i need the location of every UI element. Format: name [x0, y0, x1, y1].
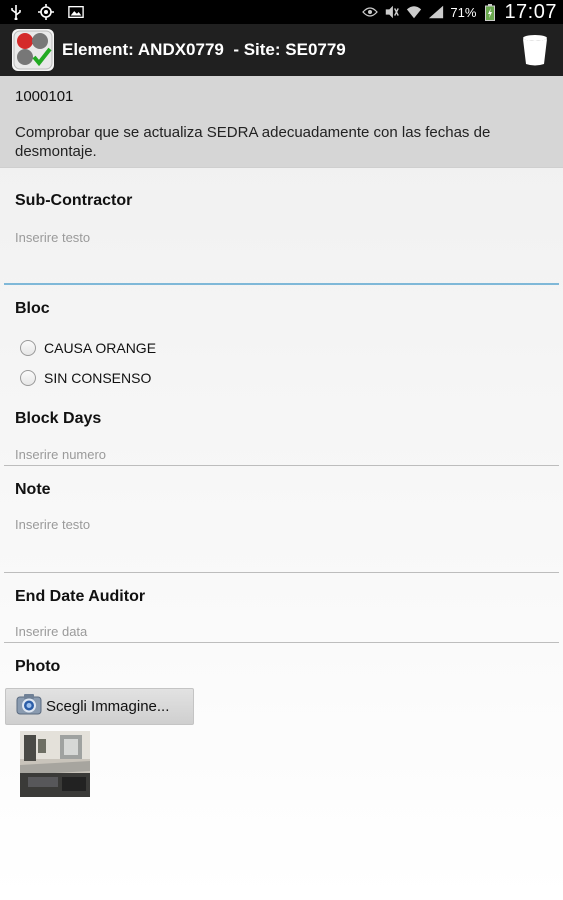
radio-label: CAUSA ORANGE [44, 340, 157, 356]
note-underline [4, 572, 559, 573]
radio-button[interactable] [20, 340, 36, 356]
choose-image-button[interactable]: Scegli Immagine... [5, 688, 194, 725]
camera-icon [16, 693, 42, 720]
subcontractor-label: Sub-Contractor [15, 192, 133, 209]
end-date-auditor-input[interactable]: Inserire data [15, 624, 87, 639]
bloc-option-causa-orange[interactable]: CAUSA ORANGE [20, 340, 156, 356]
radio-label: SIN CONSENSO [44, 370, 152, 386]
delete-icon[interactable] [521, 32, 549, 68]
block-days-label: Block Days [15, 410, 102, 427]
signal-icon [428, 4, 444, 20]
radio-button[interactable] [20, 370, 36, 386]
battery-icon [482, 3, 498, 21]
block-days-underline [4, 465, 559, 466]
end-date-auditor-label: End Date Auditor [15, 588, 146, 605]
subcontractor-input-underline [4, 283, 559, 285]
wifi-icon [406, 4, 422, 20]
action-bar: Element: ANDX0779 - Site: SE0779 [0, 24, 563, 77]
block-days-input[interactable]: Inserire numero [15, 447, 106, 462]
note-label: Note [15, 481, 51, 498]
eye-icon [362, 4, 379, 20]
bloc-label: Bloc [15, 300, 50, 317]
gps-icon [38, 4, 54, 20]
note-input[interactable]: Inserire testo [15, 517, 90, 532]
item-header: 1000101 Comprobar que se actualiza SEDRA… [0, 76, 563, 168]
item-code: 1000101 [15, 88, 74, 105]
app-logo-icon[interactable] [12, 29, 54, 71]
clock: 17:07 [504, 0, 557, 23]
page-title: Element: ANDX0779 - Site: SE0779 [62, 40, 346, 59]
usb-icon [8, 4, 24, 20]
photo-label: Photo [15, 658, 61, 675]
photo-thumbnail[interactable] [20, 731, 90, 797]
choose-image-label: Scegli Immagine... [46, 698, 170, 715]
bloc-option-sin-consenso[interactable]: SIN CONSENSO [20, 370, 151, 386]
end-date-auditor-underline [4, 642, 559, 643]
battery-percent: 71% [450, 4, 477, 20]
image-icon [68, 4, 84, 20]
item-description: Comprobar que se actualiza SEDRA adecuad… [15, 124, 491, 160]
status-bar: 71% 17:07 [0, 0, 563, 24]
mute-icon [384, 4, 400, 20]
subcontractor-input[interactable]: Inserire testo [15, 230, 90, 245]
